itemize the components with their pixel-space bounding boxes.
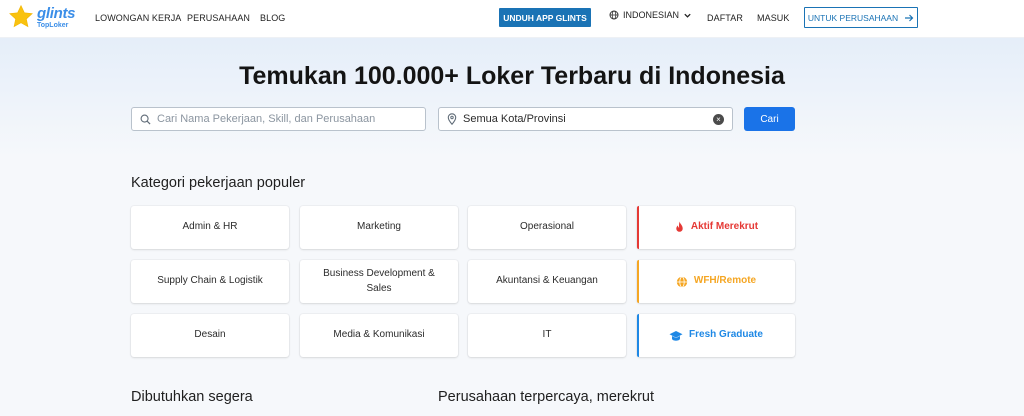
nav-blog[interactable]: BLOG [260, 13, 285, 23]
category-akuntansi[interactable]: Akuntansi & Keuangan [468, 260, 626, 303]
graduation-cap-icon [669, 330, 683, 341]
star-logo-icon [9, 4, 33, 28]
hero-title: Temukan 100.000+ Loker Terbaru di Indone… [239, 62, 785, 90]
chevron-down-icon [684, 13, 691, 18]
category-wfh-remote[interactable]: WFH/Remote [637, 260, 795, 303]
category-label: Aktif Merekrut [690, 221, 759, 233]
hero-background [0, 38, 1024, 158]
for-company-button[interactable]: UNTUK PERUSAHAAN [804, 7, 918, 28]
location-value: Semua Kota/Provinsi [463, 113, 566, 125]
nav-lowongan-kerja[interactable]: LOWONGAN KERJA [95, 13, 181, 23]
category-label: WFH/Remote [693, 275, 757, 287]
category-desain[interactable]: Desain [131, 314, 289, 357]
fire-icon [676, 221, 683, 232]
top-navbar: glints TopLoker LOWONGAN KERJA PERUSAHAA… [0, 0, 1024, 38]
categories-title: Kategori pekerjaan populer [131, 175, 306, 191]
login-link[interactable]: MASUK [757, 13, 790, 23]
job-search-input[interactable]: Cari Nama Pekerjaan, Skill, dan Perusaha… [131, 107, 426, 131]
logo-subtitle: TopLoker [37, 21, 69, 29]
category-marketing[interactable]: Marketing [300, 206, 458, 249]
accent-bar [637, 206, 639, 249]
language-selector[interactable]: INDONESIAN [609, 10, 692, 20]
category-operasional[interactable]: Operasional [468, 206, 626, 249]
search-icon [140, 114, 151, 125]
category-label: Fresh Graduate [689, 329, 763, 341]
glints-logo[interactable]: glints TopLoker [8, 4, 76, 30]
category-supply-chain[interactable]: Supply Chain & Logistik [131, 260, 289, 303]
search-button[interactable]: Cari [744, 107, 795, 131]
globe-icon [676, 275, 688, 288]
for-company-label: UNTUK PERUSAHAAN [807, 12, 899, 23]
accent-bar [637, 314, 639, 357]
accent-bar [637, 260, 639, 303]
category-aktif-merekrut[interactable]: Aktif Merekrut [637, 206, 795, 249]
job-search-placeholder: Cari Nama Pekerjaan, Skill, dan Perusaha… [157, 113, 376, 125]
category-business-development[interactable]: Business Development & Sales [300, 260, 458, 303]
logo-wordmark: glints [37, 4, 76, 22]
category-it[interactable]: IT [468, 314, 626, 357]
category-media-komunikasi[interactable]: Media & Komunikasi [300, 314, 458, 357]
nav-perusahaan[interactable]: PERUSAHAAN [187, 13, 250, 23]
category-admin-hr[interactable]: Admin & HR [131, 206, 289, 249]
arrow-right-icon [905, 14, 914, 21]
register-link[interactable]: DAFTAR [707, 13, 743, 23]
language-label: INDONESIAN [623, 10, 680, 20]
download-app-button[interactable]: UNDUH APP GLINTS [499, 8, 591, 27]
globe-icon [609, 10, 619, 20]
urgent-jobs-title: Dibutuhkan segera [131, 389, 253, 405]
category-fresh-graduate[interactable]: Fresh Graduate [637, 314, 795, 357]
clear-icon[interactable]: × [713, 114, 724, 125]
location-pin-icon [447, 113, 457, 125]
location-input[interactable]: Semua Kota/Provinsi × [438, 107, 733, 131]
trusted-companies-title: Perusahaan terpercaya, merekrut [438, 389, 654, 405]
